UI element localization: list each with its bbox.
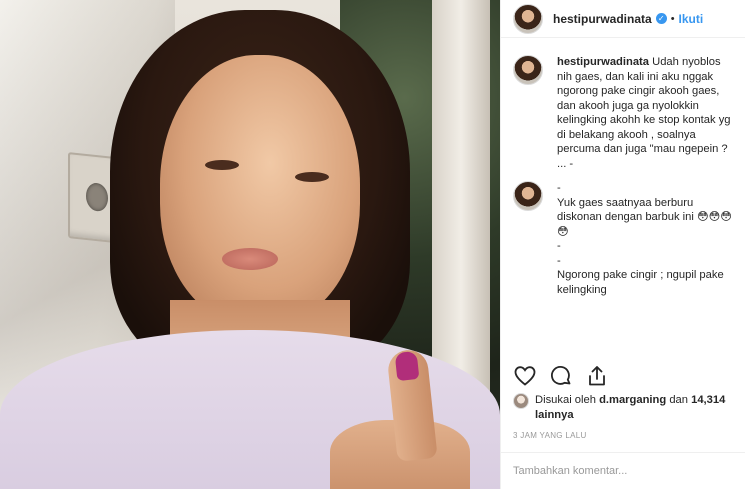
photo-face [160, 55, 360, 325]
follow-button[interactable]: Ikuti [679, 12, 704, 26]
caption-username[interactable]: hestipurwadinata [557, 56, 649, 68]
header-separator: • [670, 12, 675, 25]
share-icon[interactable] [585, 364, 609, 388]
photo-lips [222, 248, 278, 270]
liked-by-user[interactable]: d.marganing [599, 394, 666, 406]
photo-left-eye [205, 160, 239, 170]
verified-badge-icon: ✓ [655, 13, 667, 24]
caption-body: Udah nyoblos nih gaes, dan kali ini aku … [557, 56, 731, 170]
post-actions [513, 364, 609, 388]
add-comment-input[interactable] [513, 465, 723, 477]
followup-comment: - Yuk gaes saatnyaa berburu diskonan den… [513, 181, 734, 297]
post-side-panel: hestipurwadinata ✓ • Ikuti hestipurwadin… [500, 0, 745, 489]
likes-text: Disukai oleh d.marganing dan 14,314 lain… [535, 393, 735, 422]
photo-inked-nail [394, 350, 420, 382]
caption-comment: hestipurwadinata Udah nyoblos nih gaes, … [513, 55, 734, 171]
comment-bubble-icon[interactable] [549, 364, 573, 388]
liked-by-prefix: Disukai oleh [535, 394, 596, 406]
author-username[interactable]: hestipurwadinata [553, 12, 652, 26]
author-avatar[interactable] [513, 3, 543, 34]
liked-by-and: dan [669, 394, 688, 406]
post-header: hestipurwadinata ✓ • Ikuti [501, 0, 745, 38]
likes-summary: Disukai oleh d.marganing dan 14,314 lain… [513, 393, 735, 422]
post-timestamp[interactable]: 3 JAM YANG LALU [513, 431, 587, 440]
heart-icon[interactable] [513, 364, 537, 388]
comments-list: hestipurwadinata Udah nyoblos nih gaes, … [501, 55, 745, 297]
caption-text: hestipurwadinata Udah nyoblos nih gaes, … [557, 55, 734, 171]
followup-text: - Yuk gaes saatnyaa berburu diskonan den… [557, 182, 732, 296]
liker-avatar[interactable] [513, 393, 529, 409]
caption-avatar[interactable] [513, 55, 543, 85]
photo-right-eye [295, 172, 329, 182]
post-photo[interactable] [0, 0, 500, 489]
followup-avatar[interactable] [513, 181, 543, 211]
add-comment-bar [501, 452, 745, 489]
